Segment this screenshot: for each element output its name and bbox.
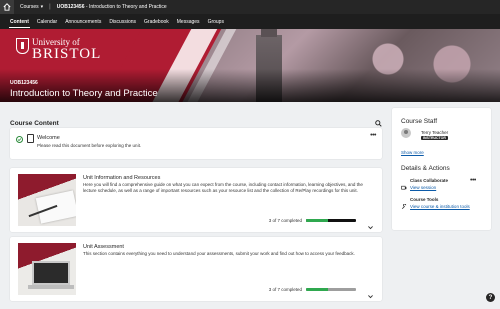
avatar[interactable] <box>401 128 411 138</box>
help-button[interactable]: ? <box>486 293 495 302</box>
chevron-down-icon[interactable] <box>367 218 374 230</box>
tab-content[interactable]: Content <box>6 14 33 29</box>
view-session-link[interactable]: View session <box>410 185 448 190</box>
courses-dropdown[interactable]: Courses ▾ <box>20 4 43 10</box>
staff-role-badge: INSTRUCTOR <box>421 136 448 140</box>
module-description: This section contains everything you nee… <box>83 251 355 256</box>
tab-discussions[interactable]: Discussions <box>105 14 140 29</box>
tools-icon <box>401 197 407 210</box>
course-nav: Content Calendar Announcements Discussio… <box>0 14 500 29</box>
progress-bar <box>306 219 356 222</box>
more-options-icon[interactable]: ••• <box>470 177 476 184</box>
university-logo: University of BRISTOL <box>16 38 101 62</box>
crest-icon <box>16 38 29 54</box>
tab-messages[interactable]: Messages <box>173 14 204 29</box>
breadcrumb-separator: | <box>49 4 51 10</box>
module-title[interactable]: Unit Information and Resources <box>83 175 160 181</box>
logo-line2: BRISTOL <box>32 46 102 62</box>
module-description: Here you will find a comprehensive guide… <box>83 182 363 193</box>
course-tools-link[interactable]: View course & institution tools <box>410 204 470 209</box>
module-progress: 3 of 7 completed <box>269 218 356 223</box>
home-button[interactable] <box>0 0 14 14</box>
top-bar: Courses ▾ | UOB123456 - Introduction to … <box>0 0 500 14</box>
welcome-title[interactable]: Welcome <box>37 135 60 141</box>
tab-gradebook[interactable]: Gradebook <box>140 14 173 29</box>
progress-text: 3 of 7 completed <box>268 287 302 292</box>
module-unit-information[interactable]: Unit Information and Resources Here you … <box>10 168 382 232</box>
progress-fill <box>306 288 328 291</box>
class-collaborate: Class Collaborate View session <box>401 178 448 190</box>
welcome-description: Please read this document before explori… <box>37 143 142 148</box>
module-thumbnail <box>18 243 76 295</box>
tab-announcements[interactable]: Announcements <box>61 14 105 29</box>
course-banner: University of BRISTOL UOB123456 Introduc… <box>0 29 500 102</box>
progress-bar <box>306 288 356 291</box>
course-tools: Course Tools View course & institution t… <box>401 197 470 210</box>
staff-name[interactable]: Terry Teacher <box>421 130 448 135</box>
courses-label: Courses <box>20 4 39 10</box>
welcome-item[interactable]: Welcome Please read this document before… <box>10 128 382 159</box>
details-actions-heading: Details & Actions <box>401 165 450 172</box>
chevron-down-icon[interactable] <box>367 287 374 299</box>
breadcrumb-course-title: - Introduction to Theory and Practice <box>84 4 167 10</box>
side-panel: Course Staff Terry Teacher INSTRUCTOR Sh… <box>392 108 491 230</box>
content-heading: Course Content <box>10 119 59 127</box>
more-options-icon[interactable]: ••• <box>370 132 376 139</box>
document-icon <box>27 134 34 143</box>
show-more-link[interactable]: Show more <box>401 150 424 155</box>
progress-fill <box>306 219 328 222</box>
module-thumbnail <box>18 174 76 226</box>
tab-calendar[interactable]: Calendar <box>33 14 61 29</box>
collaborate-icon <box>401 178 407 190</box>
tab-groups[interactable]: Groups <box>204 14 228 29</box>
module-unit-assessment[interactable]: Unit Assessment This section contains ev… <box>10 237 382 301</box>
class-collaborate-title: Class Collaborate <box>410 178 449 183</box>
course-code: UOB123456 <box>10 80 38 86</box>
chevron-down-icon: ▾ <box>40 4 44 10</box>
course-title: Introduction to Theory and Practice <box>10 88 158 99</box>
module-progress: 3 of 7 completed <box>269 287 356 292</box>
progress-text: 3 of 7 completed <box>268 218 302 223</box>
course-staff-heading: Course Staff <box>401 118 438 125</box>
breadcrumb-course[interactable]: UOB123456 - Introduction to Theory and P… <box>57 4 167 10</box>
completed-check-icon <box>16 136 23 143</box>
module-title[interactable]: Unit Assessment <box>83 244 124 250</box>
breadcrumb-course-code: UOB123456 <box>56 4 85 10</box>
course-tools-title: Course Tools <box>410 197 439 202</box>
